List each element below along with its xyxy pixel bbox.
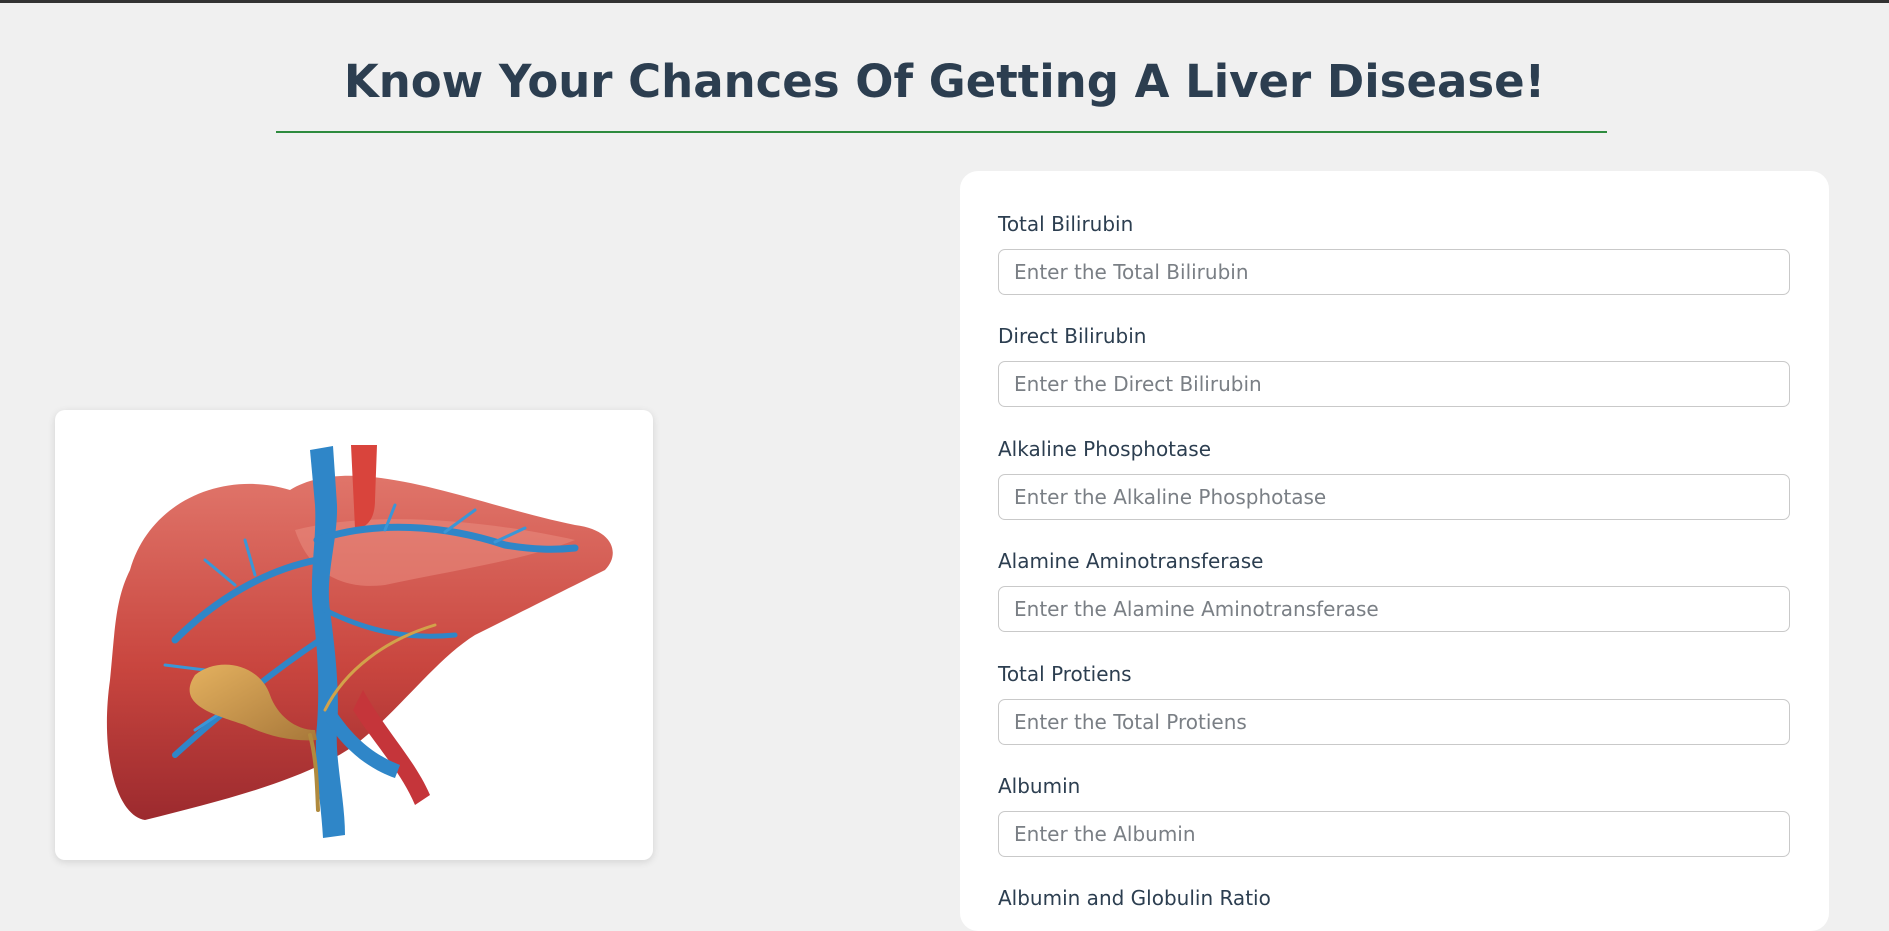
albumin-globulin-ratio-label: Albumin and Globulin Ratio [998, 886, 1271, 910]
alamine-aminotransferase-input[interactable] [998, 586, 1790, 632]
page-title: Know Your Chances Of Getting A Liver Dis… [343, 55, 1546, 108]
total-protiens-input[interactable] [998, 699, 1790, 745]
liver-illustration [106, 445, 613, 838]
top-border [0, 0, 1889, 3]
alkaline-phosphotase-label: Alkaline Phosphotase [998, 437, 1211, 461]
albumin-label: Albumin [998, 774, 1081, 798]
direct-bilirubin-input[interactable] [998, 361, 1790, 407]
albumin-input[interactable] [998, 811, 1790, 857]
alamine-aminotransferase-label: Alamine Aminotransferase [998, 549, 1264, 573]
prediction-form: Total Bilirubin Direct Bilirubin Alkalin… [960, 171, 1829, 931]
direct-bilirubin-label: Direct Bilirubin [998, 324, 1147, 348]
total-protiens-label: Total Protiens [998, 662, 1132, 686]
alkaline-phosphotase-input[interactable] [998, 474, 1790, 520]
liver-image-card [55, 410, 653, 860]
title-underline [276, 131, 1607, 133]
total-bilirubin-input[interactable] [998, 249, 1790, 295]
total-bilirubin-label: Total Bilirubin [998, 212, 1134, 236]
